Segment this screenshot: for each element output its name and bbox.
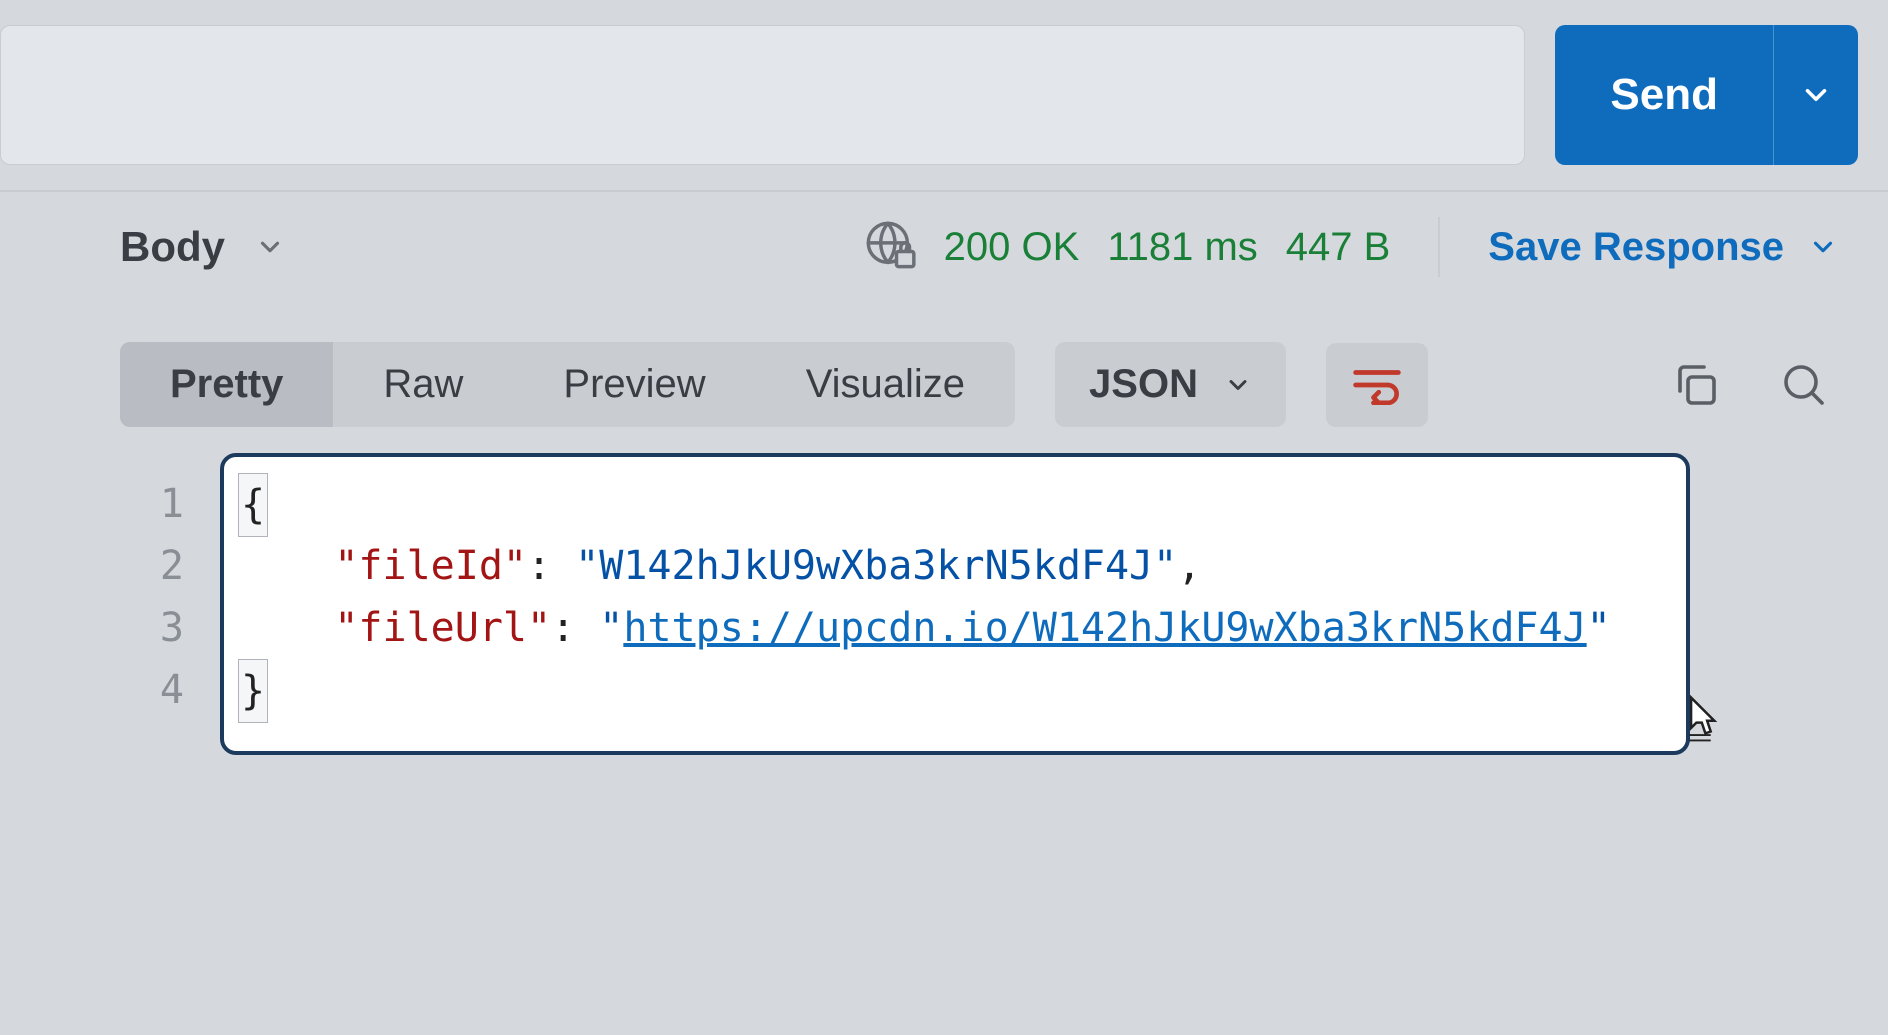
tab-preview[interactable]: Preview	[513, 342, 755, 427]
response-tab-label: Body	[120, 223, 225, 271]
line-number: 4	[90, 659, 184, 721]
copy-icon	[1672, 361, 1720, 409]
line-number: 2	[90, 535, 184, 597]
chevron-down-icon	[255, 232, 285, 262]
json-key: "fileId"	[334, 543, 527, 589]
json-url-link[interactable]: https://upcdn.io/W142hJkU9wXba3krN5kdF4J	[623, 605, 1586, 651]
search-icon	[1780, 361, 1828, 409]
chevron-down-icon	[1224, 371, 1252, 399]
code-editor[interactable]: { "fileId": "W142hJkU9wXba3krN5kdF4J", "…	[220, 453, 1690, 755]
response-body: 1 2 3 4 { "fileId": "W142hJkU9wXba3krN5k…	[90, 447, 1888, 755]
tab-visualize[interactable]: Visualize	[756, 342, 1015, 427]
code-line: "fileId": "W142hJkU9wXba3krN5kdF4J",	[238, 535, 1662, 597]
comma: ,	[1177, 543, 1201, 589]
send-button-group: Send	[1555, 25, 1858, 165]
globe-lock-icon	[864, 219, 916, 271]
colon: :	[527, 543, 551, 589]
close-brace: }	[238, 659, 268, 723]
search-button[interactable]	[1770, 351, 1838, 419]
save-response-button[interactable]: Save Response	[1488, 225, 1888, 270]
format-label: JSON	[1089, 362, 1198, 407]
json-key: "fileUrl"	[334, 605, 551, 651]
chevron-down-icon	[1808, 232, 1838, 262]
open-brace: {	[238, 473, 268, 537]
json-string: "W142hJkU9wXba3krN5kdF4J"	[575, 543, 1177, 589]
response-header: Body 200 OK 1181 ms 447 B Save Response	[0, 192, 1888, 302]
colon: :	[551, 605, 575, 651]
line-number: 1	[90, 473, 184, 535]
view-mode-tabs: Pretty Raw Preview Visualize	[120, 342, 1015, 427]
code-line: {	[238, 473, 1662, 535]
request-bar: Send	[0, 0, 1888, 190]
code-line: }	[238, 659, 1662, 721]
tab-pretty[interactable]: Pretty	[120, 342, 333, 427]
tab-raw[interactable]: Raw	[333, 342, 513, 427]
word-wrap-toggle[interactable]	[1326, 343, 1428, 427]
response-tab-body[interactable]: Body	[120, 223, 285, 271]
network-info-icon[interactable]	[864, 219, 916, 276]
chevron-down-icon	[1799, 78, 1833, 112]
line-number: 3	[90, 597, 184, 659]
response-toolbar: Pretty Raw Preview Visualize JSON	[0, 302, 1888, 447]
json-string-quote: "	[599, 605, 623, 651]
status-code: 200 OK	[944, 225, 1080, 270]
divider-vertical	[1438, 217, 1440, 277]
url-input[interactable]	[0, 25, 1525, 165]
json-string-quote: "	[1587, 605, 1611, 651]
code-line: "fileUrl": "https://upcdn.io/W142hJkU9wX…	[238, 597, 1662, 659]
word-wrap-icon	[1352, 365, 1402, 405]
response-size: 447 B	[1286, 225, 1391, 270]
copy-button[interactable]	[1662, 351, 1730, 419]
format-dropdown[interactable]: JSON	[1055, 342, 1286, 427]
line-number-gutter: 1 2 3 4	[90, 453, 220, 755]
save-response-label: Save Response	[1488, 225, 1784, 270]
send-options-caret[interactable]	[1774, 25, 1858, 165]
response-latency: 1181 ms	[1107, 225, 1257, 270]
send-button[interactable]: Send	[1555, 25, 1774, 165]
